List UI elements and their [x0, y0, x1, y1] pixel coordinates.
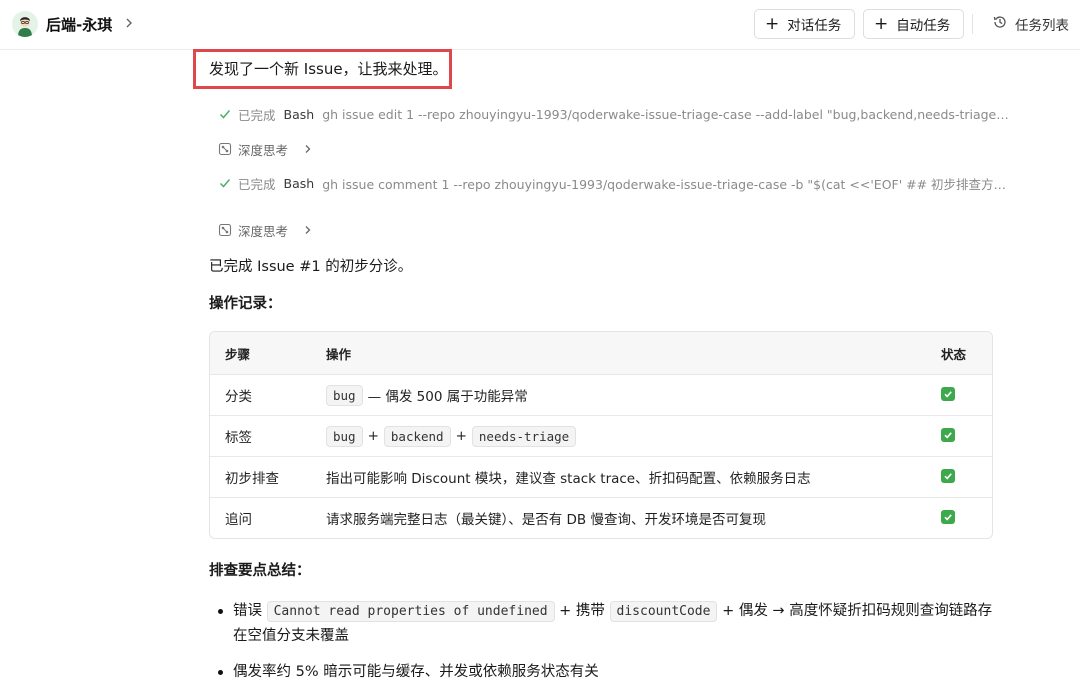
ops-table: 步骤 操作 状态 分类 bug — 偶发 500 属于功能异常 标签 bug +… [209, 331, 993, 539]
cell-desc: — 偶发 500 属于功能异常 [367, 389, 528, 405]
chevron-right-icon [302, 224, 314, 236]
inline-code: backend [383, 425, 451, 447]
cell-action: 指出可能影响 Discount 模块，建议查 stack trace、折扣码配置… [326, 471, 811, 487]
inline-code: bug [326, 384, 363, 406]
check-mark-icon [941, 387, 955, 401]
task-list-label: 任务列表 [1015, 18, 1069, 34]
step-command: gh issue comment 1 --repo zhouyingyu-199… [322, 176, 1007, 192]
cell-action: 请求服务端完整日志（最关键）、是否有 DB 慢查询、开发环境是否可复现 [326, 512, 766, 528]
cell-status [926, 387, 992, 403]
col-header-status: 状态 [941, 346, 967, 362]
top-bar: 后端-永琪 + 对话任务 + 自动任务 任务列表 [0, 0, 1080, 50]
plus-icon: + [765, 13, 780, 34]
points-heading: 排查要点总结： [209, 563, 311, 579]
chevron-right-icon[interactable] [122, 15, 136, 29]
new-auto-task-button[interactable]: + 自动任务 [863, 9, 964, 39]
step-command: gh issue edit 1 --repo zhouyingyu-1993/q… [322, 106, 1009, 122]
check-icon [218, 107, 232, 121]
cell-action: bug — 偶发 500 属于功能异常 [311, 384, 926, 406]
brain-icon [218, 223, 232, 237]
step-tool: Bash [283, 175, 315, 191]
check-icon [218, 176, 232, 190]
cell-status [926, 469, 992, 485]
bullet-post: + 偶发 → 高度怀疑折扣码规则查询链路存 [722, 603, 993, 619]
step-tool: Bash [283, 106, 315, 122]
table-row: 追问 请求服务端完整日志（最关键）、是否有 DB 慢查询、开发环境是否可复现 [210, 497, 992, 538]
tool-step-1[interactable]: 已完成 Bash gh issue edit 1 --repo zhouying… [218, 104, 1022, 124]
bullet-content: 错误 Cannot read properties of undefined +… [233, 599, 1003, 648]
bullet-content: 偶发率约 5% 暗示可能与缓存、并发或依赖服务状态有关 [233, 664, 599, 680]
new-chat-task-button[interactable]: + 对话任务 [754, 9, 855, 39]
chevron-right-icon [302, 143, 314, 155]
history-icon [992, 14, 1015, 34]
cell-step: 追问 [225, 512, 252, 528]
cell-step: 初步排查 [225, 471, 279, 487]
inline-code: needs-triage [471, 425, 577, 447]
ops-heading: 操作记录： [209, 296, 282, 312]
table-row: 初步排查 指出可能影响 Discount 模块，建议查 stack trace、… [210, 456, 992, 497]
table-row: 分类 bug — 偶发 500 属于功能异常 [210, 374, 992, 415]
thinking-label: 深度思考 [238, 223, 289, 239]
inline-code: bug [326, 425, 363, 447]
inline-code: discountCode [609, 601, 718, 622]
summary-text: 已完成 Issue #1 的初步分诊。 [209, 259, 413, 275]
bullet-mid: + 携带 [559, 603, 605, 619]
tool-step-2[interactable]: 已完成 Bash gh issue comment 1 --repo zhouy… [218, 173, 1022, 193]
plus-icon: + [874, 13, 889, 34]
step-status: 已完成 [238, 176, 276, 192]
bullet-dot [218, 609, 223, 614]
check-mark-icon [941, 510, 955, 524]
agent-title[interactable]: 后端-永琪 [46, 14, 112, 35]
col-header-step: 步骤 [225, 346, 251, 362]
agent-message: 发现了一个新 Issue，让我来处理。 [209, 60, 448, 78]
check-mark-icon [941, 428, 955, 442]
bullet-line2: 在空值分支未覆盖 [233, 628, 349, 644]
inline-code: Cannot read properties of undefined [266, 601, 555, 622]
cell-step: 分类 [225, 389, 252, 405]
table-header: 步骤 操作 状态 [210, 332, 992, 374]
cell-status [926, 510, 992, 526]
cell-step: 标签 [225, 430, 252, 446]
col-header-action: 操作 [326, 346, 352, 362]
header-divider [972, 14, 973, 34]
cell-status [926, 428, 992, 444]
plus-sep: + [367, 428, 379, 444]
plus-sep: + [455, 428, 467, 444]
brain-icon [218, 142, 232, 156]
auto-task-label: 自动任务 [896, 18, 951, 34]
thinking-step-1[interactable]: 深度思考 [218, 139, 314, 159]
agent-avatar[interactable] [12, 11, 38, 37]
thinking-label: 深度思考 [238, 142, 289, 158]
cell-action: bug + backend + needs-triage [311, 425, 926, 447]
chat-task-label: 对话任务 [787, 18, 842, 34]
task-list-button[interactable]: 任务列表 [992, 9, 1069, 39]
thinking-step-2[interactable]: 深度思考 [218, 220, 314, 240]
table-row: 标签 bug + backend + needs-triage [210, 415, 992, 456]
check-mark-icon [941, 469, 955, 483]
step-status: 已完成 [238, 107, 276, 123]
bullet-dot [218, 670, 223, 675]
bullet-pre: 错误 [233, 603, 262, 619]
